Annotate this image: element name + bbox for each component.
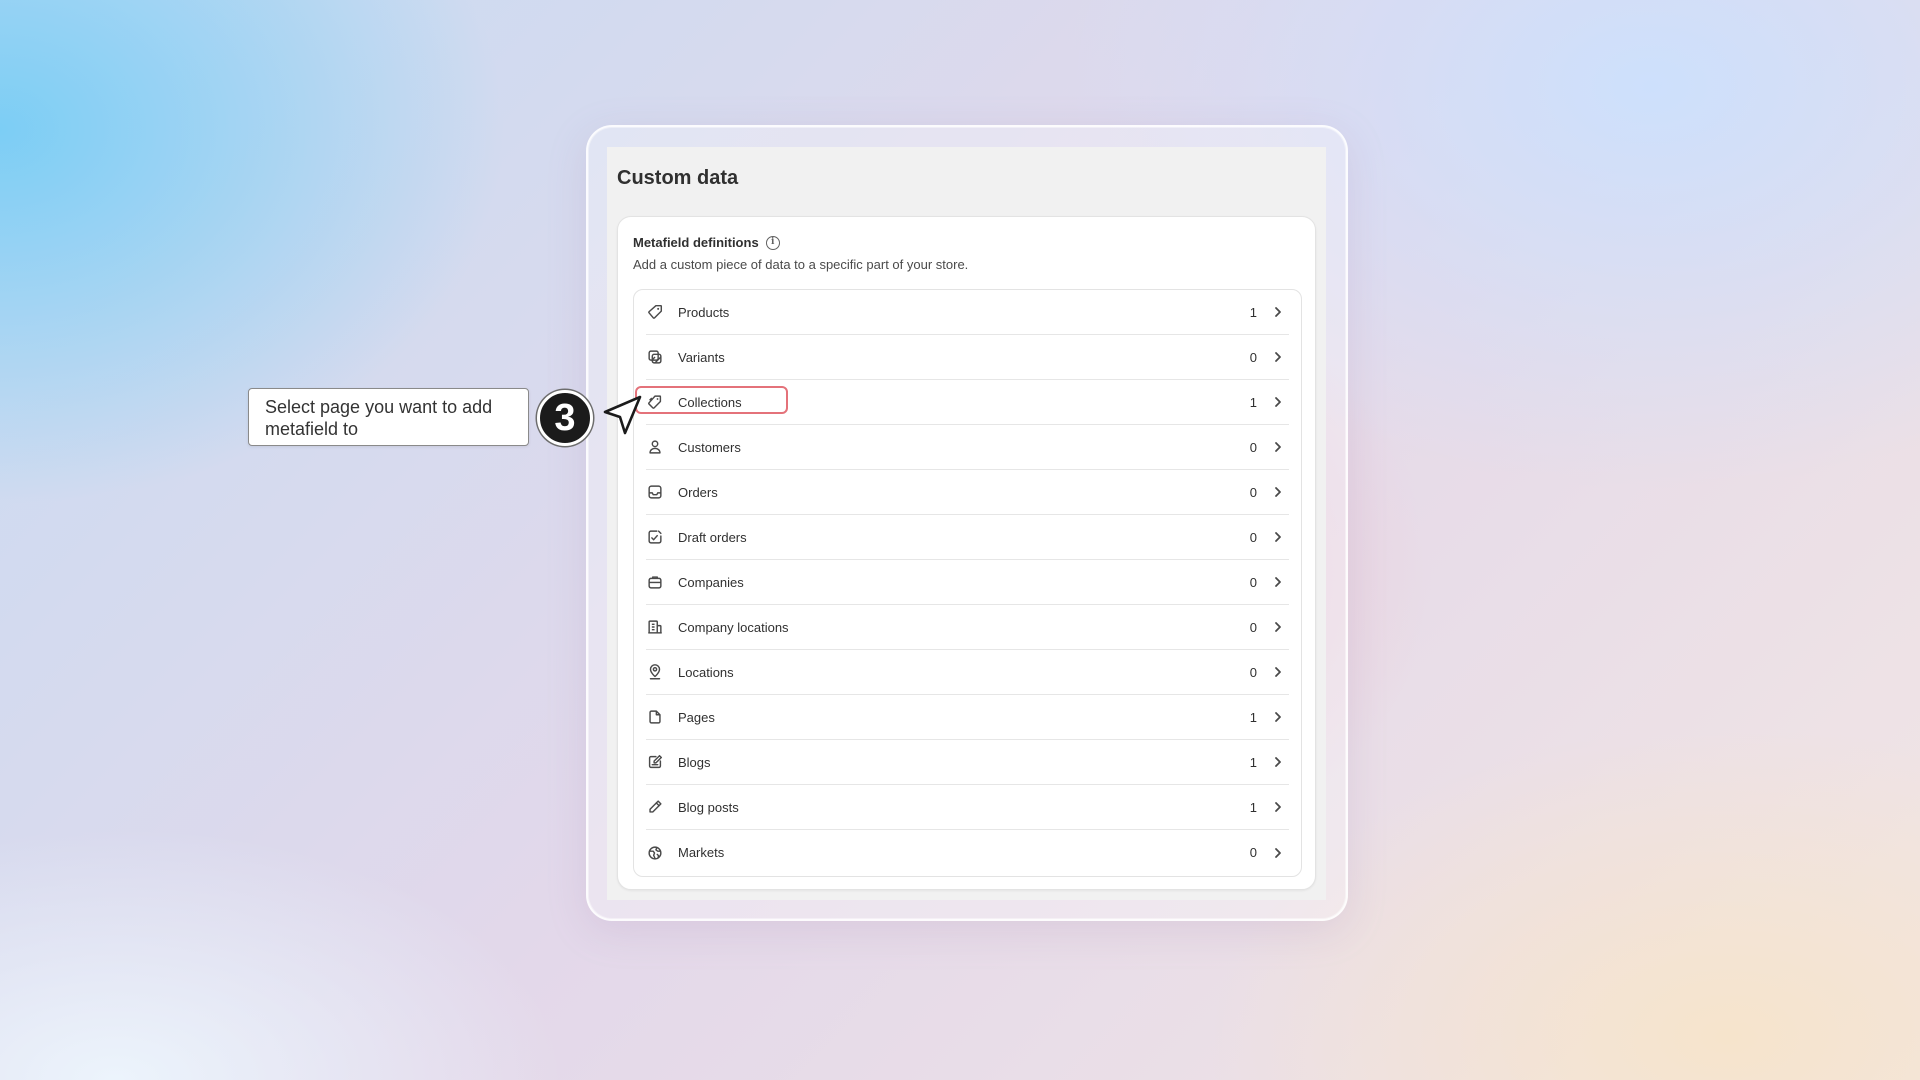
- list-item-label: Locations: [678, 664, 734, 680]
- list-item-label: Pages: [678, 709, 715, 725]
- annotation-callout: Select page you want to add metafield to: [248, 388, 529, 446]
- list-item-label: Draft orders: [678, 529, 747, 545]
- page-icon: [646, 708, 664, 726]
- collection-icon: [646, 393, 664, 411]
- list-item-count: 0: [1249, 574, 1257, 590]
- chevron-right-icon: [1271, 620, 1285, 634]
- card-header: Metafield definitions i: [633, 235, 780, 250]
- pencil-icon: [646, 798, 664, 816]
- chevron-right-icon: [1271, 485, 1285, 499]
- building-icon: [646, 618, 664, 636]
- list-item-company-locations[interactable]: Company locations 0: [646, 605, 1289, 650]
- list-item-orders[interactable]: Orders 0: [646, 470, 1289, 515]
- step-number-badge: 3: [537, 390, 593, 446]
- list-item-products[interactable]: Products 1: [646, 290, 1289, 335]
- resource-list: Products 1 Variants 0 Collections 1 Cust…: [633, 289, 1302, 877]
- list-item-count: 0: [1249, 845, 1257, 860]
- chevron-right-icon: [1271, 575, 1285, 589]
- list-item-pages[interactable]: Pages 1: [646, 695, 1289, 740]
- globe-icon: [646, 844, 664, 862]
- list-item-label: Customers: [678, 439, 741, 455]
- list-item-count: 0: [1249, 349, 1257, 365]
- list-item-label: Blogs: [678, 754, 711, 770]
- chevron-right-icon: [1271, 305, 1285, 319]
- chevron-right-icon: [1271, 846, 1285, 860]
- card-title: Metafield definitions: [633, 235, 759, 250]
- list-item-label: Collections: [678, 394, 742, 410]
- list-item-variants[interactable]: Variants 0: [646, 335, 1289, 380]
- info-icon[interactable]: i: [765, 235, 780, 250]
- location-pin-icon: [646, 663, 664, 681]
- list-item-count: 0: [1249, 529, 1257, 545]
- list-item-count: 1: [1249, 799, 1257, 815]
- list-item-label: Markets: [678, 845, 725, 860]
- chevron-right-icon: [1271, 395, 1285, 409]
- list-item-customers[interactable]: Customers 0: [646, 425, 1289, 470]
- list-item-count: 0: [1249, 619, 1257, 635]
- cursor-arrow-icon: [601, 393, 645, 437]
- chevron-right-icon: [1271, 710, 1285, 724]
- list-item-label: Blog posts: [678, 799, 739, 815]
- list-item-blogs[interactable]: Blogs 1: [646, 740, 1289, 785]
- list-item-draft-orders[interactable]: Draft orders 0: [646, 515, 1289, 560]
- blog-icon: [646, 753, 664, 771]
- list-item-collections[interactable]: Collections 1: [635, 380, 1289, 425]
- list-item-count: 1: [1249, 754, 1257, 770]
- person-icon: [646, 438, 664, 456]
- app-screen: Custom data Metafield definitions i Add …: [607, 147, 1326, 900]
- list-item-count: 1: [1249, 394, 1257, 410]
- chevron-right-icon: [1271, 800, 1285, 814]
- chevron-right-icon: [1271, 530, 1285, 544]
- metafield-definitions-card: Metafield definitions i Add a custom pie…: [617, 216, 1316, 890]
- list-item-count: 0: [1249, 664, 1257, 680]
- page-title: Custom data: [617, 167, 739, 189]
- list-item-label: Orders: [678, 484, 718, 500]
- list-item-count: 1: [1249, 709, 1257, 725]
- list-item-markets[interactable]: Markets 0: [646, 830, 1289, 875]
- list-item-label: Variants: [678, 349, 725, 365]
- card-description: Add a custom piece of data to a specific…: [633, 257, 969, 272]
- inbox-icon: [646, 483, 664, 501]
- variants-icon: [646, 348, 664, 366]
- chevron-right-icon: [1271, 350, 1285, 364]
- list-item-count: 0: [1249, 484, 1257, 500]
- chevron-right-icon: [1271, 665, 1285, 679]
- chevron-right-icon: [1271, 755, 1285, 769]
- briefcase-icon: [646, 573, 664, 591]
- list-item-count: 1: [1249, 304, 1257, 320]
- chevron-right-icon: [1271, 440, 1285, 454]
- list-item-label: Companies: [678, 574, 744, 590]
- list-item-count: 0: [1249, 439, 1257, 455]
- list-item-blog-posts[interactable]: Blog posts 1: [646, 785, 1289, 830]
- list-item-companies[interactable]: Companies 0: [646, 560, 1289, 605]
- draft-order-icon: [646, 528, 664, 546]
- tag-icon: [646, 303, 664, 321]
- list-item-locations[interactable]: Locations 0: [646, 650, 1289, 695]
- list-item-label: Products: [678, 304, 730, 320]
- list-item-label: Company locations: [678, 619, 789, 635]
